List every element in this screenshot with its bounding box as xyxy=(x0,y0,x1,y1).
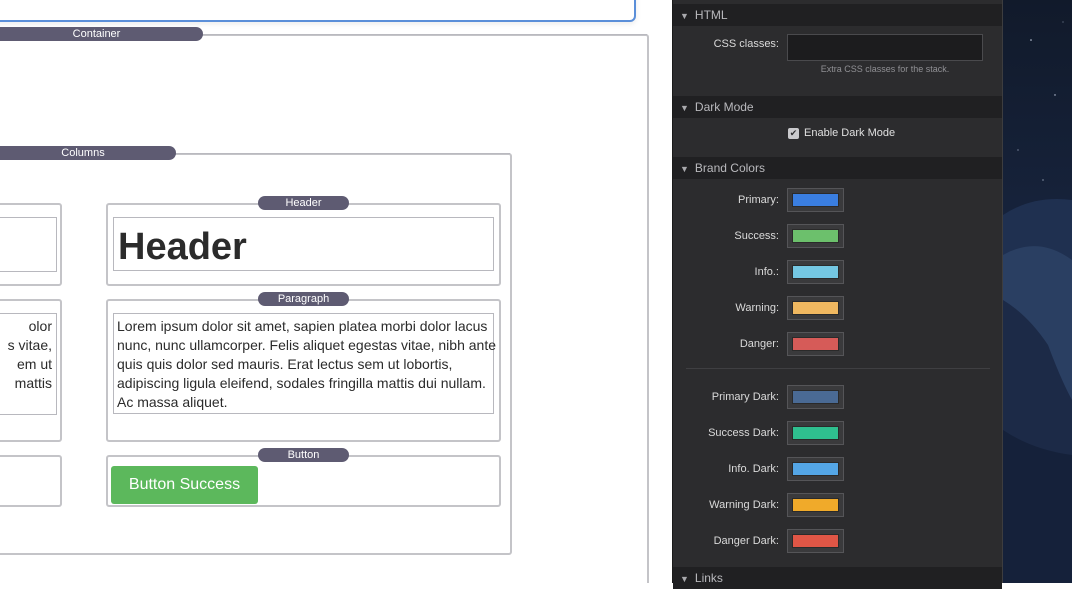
disclosure-triangle-icon[interactable]: ▼ xyxy=(680,11,689,21)
color-swatch-fill xyxy=(792,426,839,440)
css-classes-hint: Extra CSS classes for the stack. xyxy=(820,64,950,74)
section-dark-mode[interactable]: ▼ Dark Mode xyxy=(673,96,1002,118)
disclosure-triangle-icon[interactable]: ▼ xyxy=(680,103,689,113)
color-well-danger-dark[interactable] xyxy=(787,529,844,553)
color-swatch-fill xyxy=(792,337,839,351)
paragraph-text[interactable]: Lorem ipsum dolor sit amet, sapien plate… xyxy=(117,317,497,412)
brand-colors-divider xyxy=(686,368,990,369)
color-well-primary-dark[interactable] xyxy=(787,385,844,409)
header-stack[interactable]: Header xyxy=(106,203,501,286)
color-swatch-fill xyxy=(792,390,839,404)
section-dark-mode-title: Dark Mode xyxy=(694,100,754,114)
left-header-stack[interactable] xyxy=(0,203,62,286)
color-label-success: Success: xyxy=(734,230,779,242)
button-label[interactable]: Button xyxy=(258,448,349,462)
css-classes-label: CSS classes: xyxy=(713,38,779,50)
color-label-warning-dark: Warning Dark: xyxy=(709,499,779,511)
disclosure-triangle-icon[interactable]: ▼ xyxy=(680,164,689,174)
selected-stack-bar[interactable] xyxy=(0,0,636,22)
section-links[interactable]: ▼ Links xyxy=(673,567,1002,589)
color-swatch-fill xyxy=(792,193,839,207)
color-well-success-dark[interactable] xyxy=(787,421,844,445)
enable-dark-mode-label[interactable]: Enable Dark Mode xyxy=(804,127,895,139)
color-well-primary[interactable] xyxy=(787,188,844,212)
section-html-title: HTML xyxy=(694,8,728,22)
columns-label-line xyxy=(176,153,510,154)
color-label-primary-dark: Primary Dark: xyxy=(711,391,779,403)
color-label-info-dark: Info. Dark: xyxy=(728,463,779,475)
desktop-wallpaper xyxy=(1003,0,1072,583)
color-label-danger-dark: Danger Dark: xyxy=(713,535,779,547)
color-swatch-fill xyxy=(792,265,839,279)
editor-canvas: Container Columns olor s vitae, em ut ma… xyxy=(0,0,672,583)
header-inner[interactable]: Header xyxy=(113,217,494,271)
color-swatch-fill xyxy=(792,229,839,243)
color-swatch-fill xyxy=(792,534,839,548)
container-label-line xyxy=(203,34,647,35)
header-label[interactable]: Header xyxy=(258,196,349,210)
color-well-info[interactable] xyxy=(787,260,844,284)
color-swatch-fill xyxy=(792,462,839,476)
left-header-inner xyxy=(0,217,57,272)
left-paragraph-stack[interactable]: olor s vitae, em ut mattis xyxy=(0,299,62,442)
left-button-stack[interactable] xyxy=(0,455,62,507)
paragraph-stack[interactable]: Lorem ipsum dolor sit amet, sapien plate… xyxy=(106,299,501,442)
paragraph-label[interactable]: Paragraph xyxy=(258,292,349,306)
color-label-warning: Warning: xyxy=(735,302,779,314)
color-label-danger: Danger: xyxy=(739,338,779,350)
section-html[interactable]: ▼ HTML xyxy=(673,4,1002,26)
left-paragraph-text: olor s vitae, em ut mattis xyxy=(7,318,52,391)
color-swatch-fill xyxy=(792,301,839,315)
columns-label[interactable]: Columns xyxy=(0,146,176,160)
enable-dark-mode-checkbox[interactable]: ✔ xyxy=(788,128,799,139)
color-well-warning[interactable] xyxy=(787,296,844,320)
color-swatch-fill xyxy=(792,498,839,512)
button-stack[interactable]: Button Success xyxy=(106,455,501,507)
section-brand-colors[interactable]: ▼ Brand Colors xyxy=(673,157,1002,179)
color-label-primary: Primary: xyxy=(738,194,779,206)
mountain-wallpaper-image xyxy=(1003,21,1072,583)
color-well-warning-dark[interactable] xyxy=(787,493,844,517)
css-classes-input[interactable] xyxy=(787,34,983,61)
paragraph-inner[interactable]: Lorem ipsum dolor sit amet, sapien plate… xyxy=(113,313,497,414)
color-label-success-dark: Success Dark: xyxy=(708,427,779,439)
color-well-danger[interactable] xyxy=(787,332,844,356)
success-button[interactable]: Button Success xyxy=(111,466,258,504)
color-label-info: Info.: xyxy=(754,266,779,278)
section-brand-colors-title: Brand Colors xyxy=(694,161,765,175)
inspector-panel: ▼ HTML CSS classes: Extra CSS classes for… xyxy=(672,0,1003,589)
left-paragraph-inner: olor s vitae, em ut mattis xyxy=(0,313,57,415)
color-well-success[interactable] xyxy=(787,224,844,248)
container-label[interactable]: Container xyxy=(0,27,203,41)
header-heading[interactable]: Header xyxy=(118,226,247,269)
color-well-info-dark[interactable] xyxy=(787,457,844,481)
